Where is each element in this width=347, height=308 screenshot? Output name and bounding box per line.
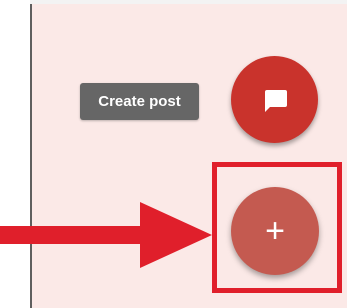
chat-bubble-icon (264, 89, 287, 112)
screenshot-stage: Create post + (0, 0, 347, 308)
tooltip-label: Create post (98, 93, 181, 110)
highlight-box (212, 162, 342, 293)
panel-top-edge (30, 0, 347, 4)
create-post-tooltip: Create post (80, 83, 199, 120)
pointer-arrow (0, 202, 212, 268)
chat-fab-button[interactable] (231, 56, 318, 143)
